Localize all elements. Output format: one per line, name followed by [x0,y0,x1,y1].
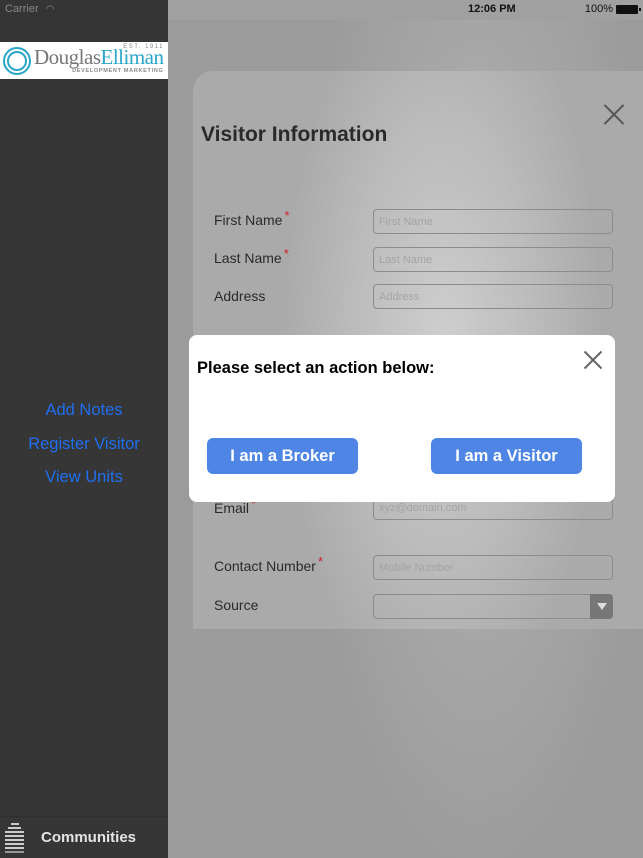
address-label: Address [214,288,266,304]
dialog-title: Please select an action below: [197,359,435,377]
sidebar-menu: Add Notes Register Visitor View Units [0,398,168,499]
logo-established: EST. 1911 [123,44,164,50]
last-name-input[interactable] [373,247,613,272]
form-close-icon[interactable] [602,102,626,126]
sidebar: DouglasElliman DEVELOPMENT MARKETING EST… [0,20,168,858]
required-marker: * [283,246,289,261]
building-icon [5,822,24,853]
first-name-label-text: First Name [214,212,283,228]
sidebar-item-register-visitor[interactable]: Register Visitor [0,432,168,466]
source-label: Source [214,597,259,613]
contact-number-label: Contact Number * [214,554,323,574]
status-bar-right: 12:06 PM 100% [168,0,643,20]
logo-mark-icon [3,46,31,75]
battery-indicator: 100% [584,0,641,19]
form-title: Visitor Information [201,123,388,146]
status-bar-left: Carrier ◠ [0,0,168,20]
sidebar-item-add-notes[interactable]: Add Notes [0,398,168,432]
contact-number-label-text: Contact Number [214,558,316,574]
action-dialog: Please select an action below: I am a Br… [189,335,615,502]
battery-percent: 100% [584,3,613,15]
logo-subtitle: DEVELOPMENT MARKETING [72,68,164,74]
status-time: 12:06 PM [468,3,516,15]
wifi-icon: ◠ [45,4,55,15]
sidebar-item-view-units[interactable]: View Units [0,465,168,499]
required-marker: * [317,554,323,569]
first-name-input[interactable] [373,209,613,234]
app-screen: Carrier ◠ 12:06 PM 100% DouglasElliman D… [0,0,643,858]
brand-logo: DouglasElliman DEVELOPMENT MARKETING EST… [0,42,168,79]
source-select[interactable] [373,594,613,619]
contact-number-input[interactable] [373,555,613,580]
address-input[interactable] [373,284,613,309]
carrier-label: Carrier [5,3,39,15]
battery-icon [616,5,641,14]
email-label: Email * [214,496,256,516]
email-label-text: Email [214,500,250,516]
last-name-label: Last Name * [214,246,289,266]
first-name-label: First Name * [214,208,290,228]
visitor-button[interactable]: I am a Visitor [431,438,582,474]
logo-name: DouglasElliman [34,45,164,69]
communities-label: Communities [41,829,137,846]
dropdown-arrow-icon[interactable] [590,594,613,619]
last-name-label-text: Last Name [214,250,282,266]
required-marker: * [284,208,290,223]
logo-name-part1: Douglas [34,45,101,69]
communities-tab[interactable]: Communities [0,816,168,858]
dialog-close-icon[interactable] [583,350,603,370]
broker-button[interactable]: I am a Broker [207,438,358,474]
status-bar: Carrier ◠ 12:06 PM 100% [0,0,643,20]
logo-text: DouglasElliman DEVELOPMENT MARKETING [34,45,164,75]
